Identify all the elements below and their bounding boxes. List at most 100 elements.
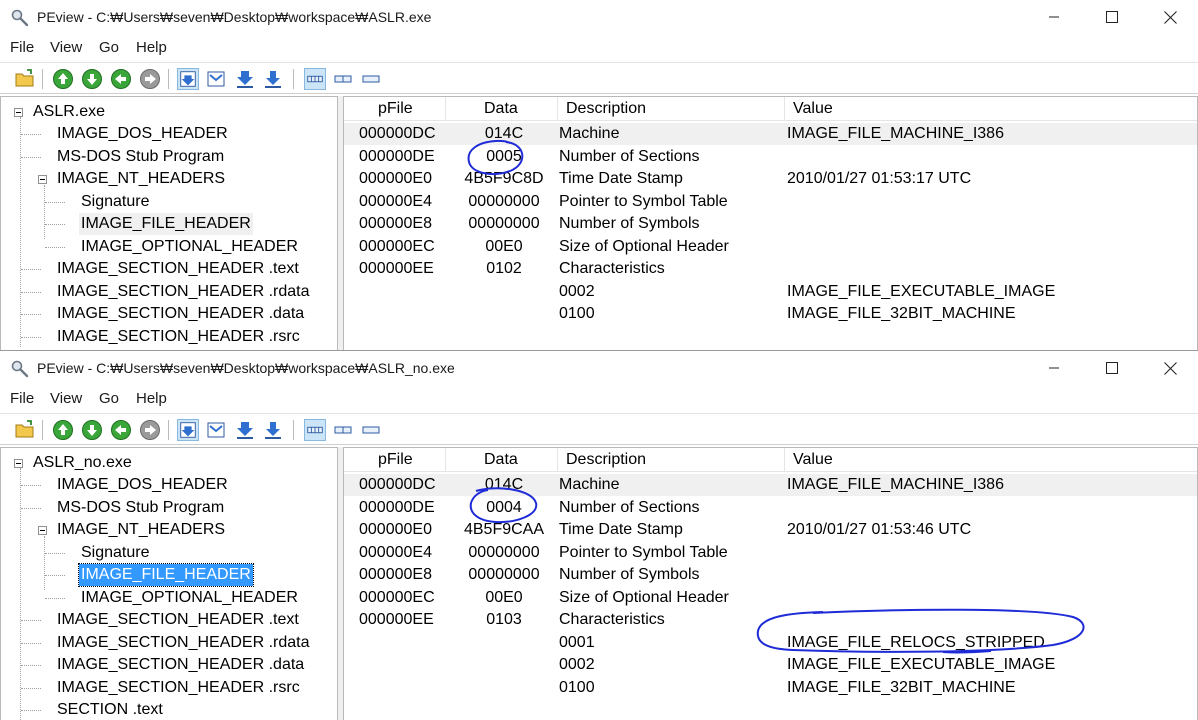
table-row[interactable]: 000000EE 0103 Characteristics <box>344 609 1197 631</box>
minimize-button[interactable] <box>1025 351 1083 385</box>
menu-file[interactable]: File <box>8 39 36 56</box>
tree-item-image-file-header[interactable]: IMAGE_FILE_HEADER <box>78 563 254 587</box>
collapse-toggle[interactable] <box>38 526 47 535</box>
view-text-icon[interactable] <box>205 419 227 441</box>
column-header-value[interactable]: Value <box>793 448 833 472</box>
maximize-button[interactable] <box>1083 0 1141 34</box>
column-header-description[interactable]: Description <box>566 97 646 121</box>
table-row[interactable]: 000000EC 00E0 Size of Optional Header <box>344 236 1197 258</box>
tree-item-root[interactable]: ASLR_no.exe <box>33 452 132 474</box>
table-row[interactable]: 000000DE 0004 Number of Sections <box>344 497 1197 519</box>
tree-item-section-header-rsrc[interactable]: IMAGE_SECTION_HEADER .rsrc <box>57 326 300 348</box>
menu-view[interactable]: View <box>48 39 84 56</box>
tree-item-signature[interactable]: Signature <box>81 542 150 564</box>
tree-item-image-nt-headers[interactable]: IMAGE_NT_HEADERS <box>57 519 225 541</box>
view-word-icon[interactable] <box>304 68 326 90</box>
menu-go[interactable]: Go <box>97 39 121 56</box>
view-word-icon[interactable] <box>304 419 326 441</box>
close-button[interactable] <box>1141 351 1198 385</box>
table-row[interactable]: 000000DC 014C Machine IMAGE_FILE_MACHINE_I3… <box>344 474 1197 496</box>
cell-data: 4B5F9CAA <box>463 521 545 538</box>
tree-item-section-header-rdata[interactable]: IMAGE_SECTION_HEADER .rdata <box>57 632 310 654</box>
view-text-icon[interactable] <box>205 68 227 90</box>
view-byte-icon[interactable] <box>262 419 284 441</box>
table-row[interactable]: 000000E8 00000000 Number of Symbols <box>344 213 1197 235</box>
tree-item-image-nt-headers[interactable]: IMAGE_NT_HEADERS <box>57 168 225 190</box>
menu-view[interactable]: View <box>48 390 84 407</box>
column-header-data[interactable]: Data <box>484 448 518 472</box>
down-arrow-icon[interactable] <box>81 419 103 441</box>
table-row[interactable]: 000000E8 00000000 Number of Symbols <box>344 564 1197 586</box>
tree-item-section-text[interactable]: SECTION .text <box>57 699 163 720</box>
menu-go[interactable]: Go <box>97 390 121 407</box>
tree-item-section-header-data[interactable]: IMAGE_SECTION_HEADER .data <box>57 654 304 676</box>
cell-description: Machine <box>559 125 620 142</box>
up-arrow-icon[interactable] <box>52 68 74 90</box>
cell-data: 014C <box>484 476 524 493</box>
tree-item-image-dos-header[interactable]: IMAGE_DOS_HEADER <box>57 123 228 145</box>
forward-arrow-icon[interactable] <box>139 68 161 90</box>
view-dword-icon[interactable] <box>332 68 354 90</box>
view-address-icon[interactable] <box>234 419 256 441</box>
close-button[interactable] <box>1141 0 1198 34</box>
view-byte-icon[interactable] <box>262 68 284 90</box>
view-address-icon[interactable] <box>234 68 256 90</box>
cell-pfile: 000000E0 <box>359 170 432 187</box>
table-row[interactable]: 000000E0 4B5F9CAA Time Date Stamp 2010/01/2… <box>344 519 1197 541</box>
tree-item-section-header-text[interactable]: IMAGE_SECTION_HEADER .text <box>57 258 299 280</box>
tree-item-ms-dos-stub[interactable]: MS-DOS Stub Program <box>57 497 224 519</box>
table-row[interactable]: 000000DC 014C Machine IMAGE_FILE_MACHINE_I3… <box>344 123 1197 145</box>
down-arrow-icon[interactable] <box>81 68 103 90</box>
collapse-toggle[interactable] <box>14 459 23 468</box>
menu-help[interactable]: Help <box>134 39 169 56</box>
minimize-button[interactable] <box>1025 0 1083 34</box>
column-header-value[interactable]: Value <box>793 97 833 121</box>
open-folder-icon[interactable] <box>14 68 36 90</box>
table-row[interactable]: 000000EC 00E0 Size of Optional Header <box>344 587 1197 609</box>
tree-item-image-dos-header[interactable]: IMAGE_DOS_HEADER <box>57 474 228 496</box>
open-folder-icon[interactable] <box>14 419 36 441</box>
table-row[interactable]: 000000EE 0102 Characteristics <box>344 258 1197 280</box>
tree-item-section-header-rdata[interactable]: IMAGE_SECTION_HEADER .rdata <box>57 281 310 303</box>
tree-item-image-optional-header[interactable]: IMAGE_OPTIONAL_HEADER <box>81 236 298 258</box>
table-row[interactable]: 0100 IMAGE_FILE_32BIT_MACHINE <box>344 303 1197 325</box>
cell-value: IMAGE_FILE_32BIT_MACHINE <box>787 305 1016 322</box>
collapse-toggle[interactable] <box>14 108 23 117</box>
view-hex-icon[interactable] <box>177 68 199 90</box>
column-header-pfile[interactable]: pFile <box>378 448 413 472</box>
collapse-toggle[interactable] <box>38 175 47 184</box>
tree-item-image-file-header[interactable]: IMAGE_FILE_HEADER <box>79 213 253 235</box>
maximize-button[interactable] <box>1083 351 1141 385</box>
table-row[interactable]: 0002 IMAGE_FILE_EXECUTABLE_IMAGE <box>344 281 1197 303</box>
tree-item-signature[interactable]: Signature <box>81 191 150 213</box>
tree-item-ms-dos-stub[interactable]: MS-DOS Stub Program <box>57 146 224 168</box>
table-row[interactable]: 000000DE 0005 Number of Sections <box>344 146 1197 168</box>
cell-description: Number of Sections <box>559 498 700 516</box>
menu-file[interactable]: File <box>8 390 36 407</box>
view-dword-icon[interactable] <box>332 419 354 441</box>
table-row[interactable]: 0002 IMAGE_FILE_EXECUTABLE_IMAGE <box>344 654 1197 676</box>
column-header-pfile[interactable]: pFile <box>378 97 413 121</box>
tree-item-section-header-text[interactable]: IMAGE_SECTION_HEADER .text <box>57 609 299 631</box>
view-qword-icon[interactable] <box>360 419 382 441</box>
view-qword-icon[interactable] <box>360 68 382 90</box>
column-header-description[interactable]: Description <box>566 448 646 472</box>
table-row[interactable]: 0100 IMAGE_FILE_32BIT_MACHINE <box>344 677 1197 699</box>
back-arrow-icon[interactable] <box>110 419 132 441</box>
view-hex-icon[interactable] <box>177 419 199 441</box>
up-arrow-icon[interactable] <box>52 419 74 441</box>
tree-item-root[interactable]: ASLR.exe <box>33 101 105 123</box>
cell-description: Size of Optional Header <box>559 237 729 255</box>
forward-arrow-icon[interactable] <box>139 419 161 441</box>
tree-item-image-optional-header[interactable]: IMAGE_OPTIONAL_HEADER <box>81 587 298 609</box>
menu-help[interactable]: Help <box>134 390 169 407</box>
column-header-data[interactable]: Data <box>484 97 518 121</box>
back-arrow-icon[interactable] <box>110 68 132 90</box>
table-row[interactable]: 0001 IMAGE_FILE_RELOCS_STRIPPED <box>344 632 1197 654</box>
cell-pfile: 000000DC <box>359 125 436 142</box>
tree-item-section-header-data[interactable]: IMAGE_SECTION_HEADER .data <box>57 303 304 325</box>
table-row[interactable]: 000000E4 00000000 Pointer to Symbol Table <box>344 191 1197 213</box>
table-row[interactable]: 000000E0 4B5F9C8D Time Date Stamp 2010/01/2… <box>344 168 1197 190</box>
table-row[interactable]: 000000E4 00000000 Pointer to Symbol Table <box>344 542 1197 564</box>
tree-item-section-header-rsrc[interactable]: IMAGE_SECTION_HEADER .rsrc <box>57 677 300 699</box>
